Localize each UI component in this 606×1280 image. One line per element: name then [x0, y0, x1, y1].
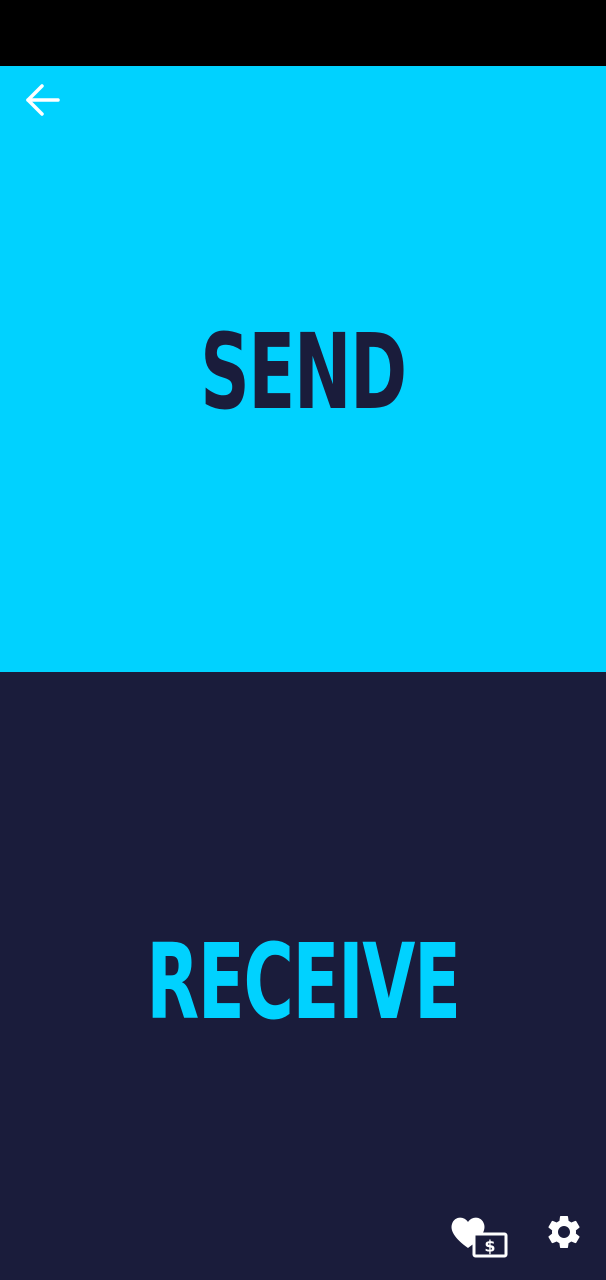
arrow-left-icon	[26, 84, 60, 116]
status-bar	[0, 0, 606, 66]
back-button[interactable]	[18, 80, 66, 120]
send-label: SEND	[200, 311, 407, 433]
svg-text:$: $	[484, 1237, 495, 1256]
gear-icon	[548, 1216, 580, 1248]
send-button[interactable]: SEND	[0, 66, 606, 672]
donate-button[interactable]: $	[448, 1212, 512, 1262]
settings-button[interactable]	[540, 1208, 588, 1256]
receive-label: RECEIVE	[146, 921, 461, 1043]
heart-dollar-icon: $	[451, 1217, 508, 1258]
receive-button[interactable]: RECEIVE	[0, 672, 606, 1280]
